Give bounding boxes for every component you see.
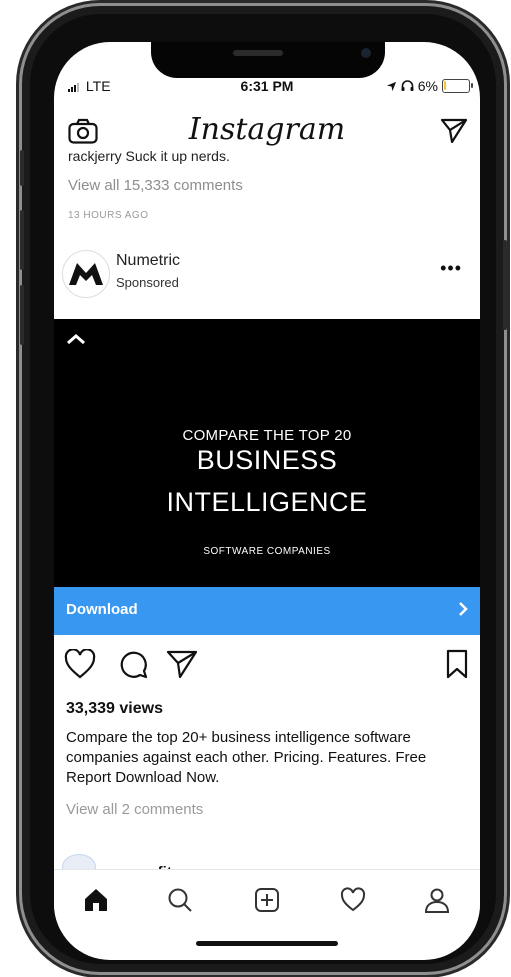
home-icon[interactable]	[82, 886, 110, 914]
speaker	[233, 50, 283, 56]
download-label: Download	[66, 601, 138, 618]
ad-headline-small: COMPARE THE TOP 20	[182, 427, 352, 444]
ad-image[interactable]: COMPARE THE TOP 20 BUSINESS INTELLIGENCE…	[54, 319, 480, 587]
more-icon[interactable]: •••	[440, 258, 462, 279]
status-bar: LTE 6:31 PM 6%	[54, 76, 480, 98]
volume-up-button	[20, 210, 24, 270]
profile-icon[interactable]	[423, 886, 451, 914]
heart-icon[interactable]	[339, 886, 367, 914]
search-icon[interactable]	[166, 886, 194, 914]
download-button[interactable]: Download	[54, 587, 480, 635]
post-timestamp: 13 HOURS AGO	[68, 210, 149, 221]
comment-icon[interactable]	[118, 649, 148, 679]
power-button	[503, 240, 507, 330]
home-indicator[interactable]	[196, 941, 338, 946]
ad-subline: SOFTWARE COMPANIES	[203, 546, 331, 557]
sponsored-label: Sponsored	[116, 275, 179, 290]
bookmark-icon[interactable]	[446, 649, 468, 679]
app-header: Instagram	[54, 104, 480, 152]
post-header: Numetric Sponsored •••	[54, 250, 480, 320]
instagram-logo: Instagram	[188, 112, 346, 147]
battery-level	[444, 81, 446, 90]
heart-icon[interactable]	[64, 649, 96, 679]
notch	[151, 42, 385, 78]
volume-down-button	[20, 285, 24, 345]
send-icon[interactable]	[440, 118, 468, 144]
post-actions	[54, 647, 480, 687]
status-right: 6%	[386, 78, 438, 94]
chevron-up-icon[interactable]	[66, 333, 86, 345]
numetric-logo	[69, 263, 103, 285]
battery-percent: 6%	[417, 78, 438, 94]
ad-headline-line1: BUSINESS	[196, 445, 338, 475]
battery-icon	[442, 79, 473, 93]
location-icon	[386, 81, 397, 92]
headphones-icon	[401, 80, 414, 91]
account-name[interactable]: Numetric	[116, 252, 180, 270]
ad-headline-line2: INTELLIGENCE	[166, 487, 368, 517]
view-all-comments-link[interactable]: View all 15,333 comments	[68, 177, 243, 194]
phone-screen: LTE 6:31 PM 6% Instagram rackjerry Suck …	[54, 42, 480, 960]
views-count: 33,339 views	[66, 700, 163, 717]
front-camera	[361, 48, 371, 58]
next-post-header: oreoofitnomes	[54, 842, 480, 881]
clipped-comment: rackjerry Suck it up nerds.	[68, 148, 230, 164]
share-icon[interactable]	[166, 649, 198, 679]
add-icon[interactable]	[253, 886, 281, 914]
silent-switch	[20, 150, 24, 186]
view-all-comments-link[interactable]: View all 2 comments	[66, 801, 203, 818]
avatar[interactable]	[62, 250, 110, 298]
bottom-tab-bar	[54, 869, 480, 930]
chevron-right-icon	[459, 602, 468, 616]
post-caption: Compare the top 20+ business intelligenc…	[66, 729, 427, 786]
